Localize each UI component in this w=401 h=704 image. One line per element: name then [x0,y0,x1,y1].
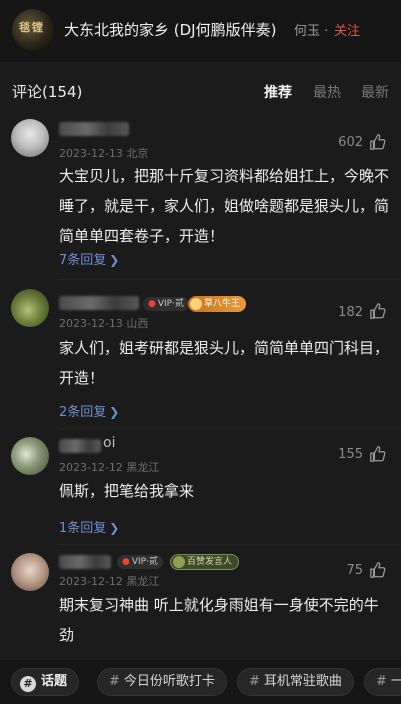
follow-button[interactable]: 关注 [334,20,360,39]
artist-name[interactable]: 何玉 · [294,20,328,39]
comments-tabbar: 评论(154) 推荐 最热 最新 [0,62,401,116]
like-count: 75 [346,563,363,578]
vip-badge: ● VIP·贰 [117,555,163,569]
chevron-right-icon: ❯ [109,405,120,419]
view-replies-link[interactable]: 1条回复 ❯ [59,517,119,536]
like-count: 602 [338,135,363,150]
username-obscured[interactable] [59,296,139,310]
comment-date-location: 2023-12-13 北京 [59,147,149,160]
divider [59,279,401,280]
topic-chip-main[interactable]: # 话题 [11,668,80,696]
chevron-right-icon: ❯ [109,253,120,267]
user-avatar[interactable] [11,553,49,591]
tab-recommended[interactable]: 推荐 [264,82,292,102]
like-count: 182 [338,305,363,320]
comment-text: 期末复习神曲 听上就化身雨姐有一身使不完的牛劲 [59,596,379,644]
hashtag-icon: # [20,676,36,692]
comments-list: 2023-12-13 北京 602 大宝贝儿，把那十斤复习资料都给姐扛上，今晚不… [0,116,401,660]
separator-dot: · [324,24,329,39]
hashtag-icon: # [109,674,120,689]
tab-hottest[interactable]: 最热 [313,82,341,102]
hundred-likes-badge: 百赞发言人 [170,554,240,570]
topic-chip[interactable]: # 一 [364,668,401,696]
like-thumb-icon[interactable] [369,561,387,579]
view-replies-link[interactable]: 7条回复 ❯ [59,249,119,268]
album-cover-text: 毯 镗 [19,21,43,34]
user-avatar[interactable] [11,437,49,475]
view-replies-link[interactable]: 2条回复 ❯ [59,401,119,420]
like-thumb-icon[interactable] [369,133,387,151]
song-title[interactable]: 大东北我的家乡 (DJ何鹏版伴奏) [64,19,276,40]
hashtag-icon: # [249,674,260,689]
like-thumb-icon[interactable] [369,445,387,463]
topic-chip[interactable]: # 耳机常驻歌曲 [237,668,354,696]
chevron-right-icon: ❯ [109,521,120,535]
comments-count: 评论(154) [12,83,83,101]
comment-text: 大宝贝儿，把那十斤复习资料都给姐扛上，今晚不睡了，就是干，家人们，姐做啥题都是狠… [59,167,390,245]
divider [59,428,401,429]
fan-badge: 草八牛王 [188,296,247,312]
username-obscured[interactable] [59,555,111,569]
album-cover[interactable]: 毯 镗 [12,9,54,51]
comment-text: 佩斯，把笔给我拿来 [59,482,195,500]
comment-date-location: 2023-12-13 山西 [59,317,149,330]
song-header: 毯 镗 大东北我的家乡 (DJ何鹏版伴奏) 何玉 · 关注 [0,0,401,62]
username-obscured[interactable] [59,122,129,136]
username-obscured[interactable] [59,439,101,453]
hashtag-icon: # [376,674,387,689]
like-thumb-icon[interactable] [369,302,387,320]
comment-text: 家人们，姐考研都是狠头儿，简简单单四门科目，开造！ [59,339,390,387]
divider [59,544,401,545]
user-avatar[interactable] [11,289,49,327]
like-count: 155 [338,447,363,462]
comment-date-location: 2023-12-12 黑龙江 [59,461,160,474]
tab-newest[interactable]: 最新 [361,82,389,102]
topic-chip[interactable]: # 今日份听歌打卡 [97,668,227,696]
vip-badge: ● VIP·贰 [143,297,189,311]
comment-date-location: 2023-12-12 黑龙江 [59,575,160,588]
user-avatar[interactable] [11,119,49,157]
topic-chip-bar: # 话题 # 今日份听歌打卡 # 耳机常驻歌曲 # 一 [0,660,401,704]
username-visible-part[interactable]: oi [103,435,115,451]
